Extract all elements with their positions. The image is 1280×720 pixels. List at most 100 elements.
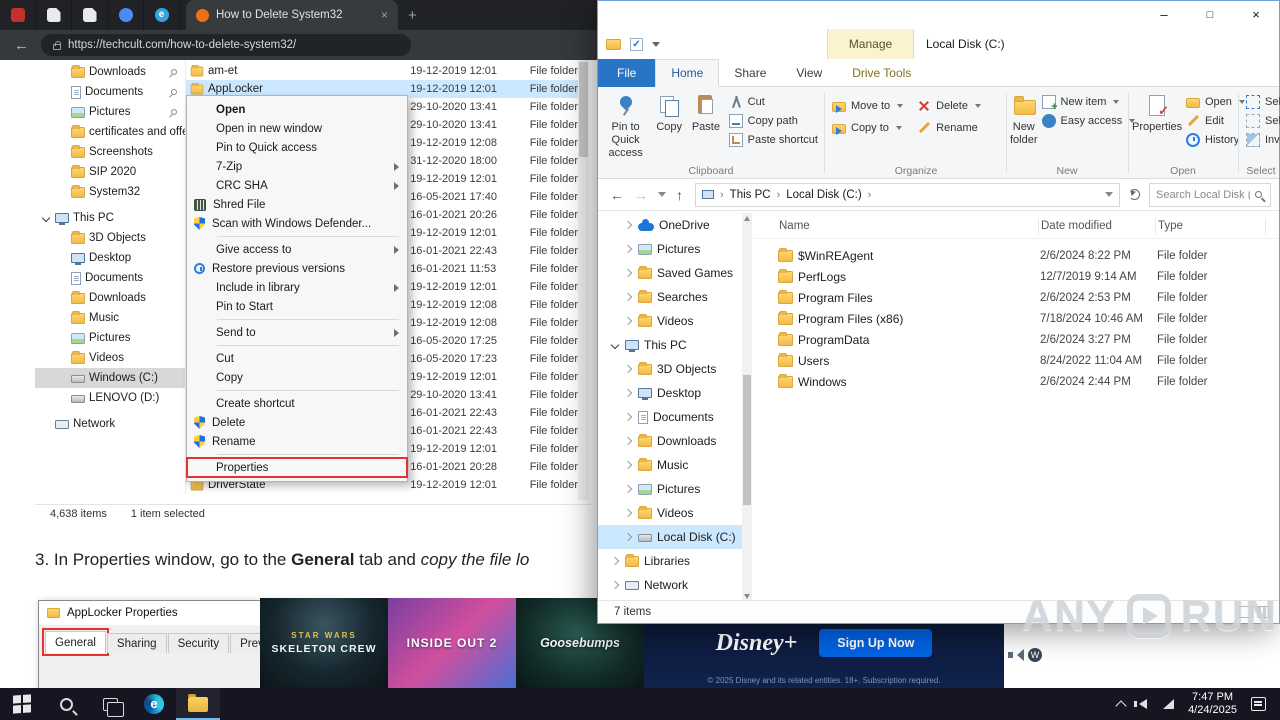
context-menu-item[interactable]: Create shortcut bbox=[187, 394, 407, 413]
context-menu-item[interactable]: Include in library bbox=[187, 278, 407, 297]
ribbon-tab[interactable]: Drive Tools bbox=[837, 59, 926, 87]
chevron-icon[interactable] bbox=[623, 268, 633, 278]
network-icon[interactable] bbox=[1163, 699, 1175, 709]
properties-button[interactable]: Properties bbox=[1132, 87, 1182, 134]
tree-item[interactable]: certificates and offe bbox=[35, 122, 185, 142]
pinned-tab[interactable] bbox=[72, 0, 108, 30]
context-menu-item[interactable] bbox=[187, 342, 407, 349]
tree-item[interactable]: This PC bbox=[35, 208, 185, 228]
contextual-tab-header[interactable]: Manage bbox=[827, 29, 914, 59]
taskbar-search-button[interactable] bbox=[44, 688, 88, 720]
chevron-icon[interactable] bbox=[623, 412, 633, 422]
context-menu-item[interactable]: 7-Zip bbox=[187, 157, 407, 176]
sign-up-button[interactable]: Sign Up Now bbox=[819, 629, 933, 657]
back-button[interactable]: ← bbox=[14, 37, 29, 54]
select-all-button[interactable]: Select all bbox=[1242, 93, 1280, 111]
pinned-tab[interactable] bbox=[0, 0, 36, 30]
chevron-icon[interactable] bbox=[610, 556, 620, 566]
chevron-icon[interactable] bbox=[57, 253, 67, 263]
context-menu-item[interactable]: Properties bbox=[186, 457, 408, 478]
close-button[interactable]: × bbox=[1233, 1, 1279, 29]
tree-item[interactable]: Network bbox=[35, 414, 185, 434]
column-header-date[interactable]: Date modified bbox=[1039, 217, 1156, 234]
file-row[interactable]: Users 8/24/2022 11:04 AM File folder bbox=[754, 350, 1278, 371]
context-menu-item[interactable]: Delete bbox=[187, 413, 407, 432]
tree-item[interactable]: 3D Objects bbox=[35, 228, 185, 248]
tree-item[interactable]: Music bbox=[35, 308, 185, 328]
ad-poster-star-wars[interactable]: STAR WARS SKELETON CREW bbox=[260, 598, 388, 688]
chevron-icon[interactable] bbox=[57, 273, 67, 283]
context-menu-item[interactable]: Open in new window bbox=[187, 119, 407, 138]
url-field[interactable]: https://techcult.com/how-to-delete-syste… bbox=[41, 34, 411, 56]
column-header-name[interactable]: Name bbox=[754, 217, 1039, 234]
taskbar-clock[interactable]: 7:47 PM 4/24/2025 bbox=[1188, 691, 1237, 717]
nav-item[interactable]: Videos bbox=[598, 501, 742, 525]
context-menu-item[interactable]: Cut bbox=[187, 349, 407, 368]
file-row[interactable]: $WinREAgent 2/6/2024 8:22 PM File folder bbox=[754, 245, 1278, 266]
ribbon-tab[interactable]: View bbox=[781, 59, 837, 87]
pinned-tab[interactable] bbox=[108, 0, 144, 30]
nav-item[interactable]: Local Disk (C:) bbox=[598, 525, 742, 549]
nav-item[interactable]: Desktop bbox=[598, 381, 742, 405]
search-box[interactable]: Search Local Disk (C:) bbox=[1149, 182, 1271, 207]
chevron-icon[interactable] bbox=[57, 187, 67, 197]
context-menu-item[interactable] bbox=[187, 316, 407, 323]
tree-item[interactable]: Screenshots bbox=[35, 142, 185, 162]
chevron-icon[interactable] bbox=[623, 532, 633, 542]
scrollbar[interactable] bbox=[578, 60, 589, 500]
chevron-icon[interactable] bbox=[610, 340, 620, 350]
mute-icon[interactable] bbox=[1008, 649, 1024, 661]
file-row[interactable]: Program Files 2/6/2024 2:53 PM File fold… bbox=[754, 287, 1278, 308]
pin-to-quick-access-button[interactable]: Pin to Quick access bbox=[600, 87, 651, 160]
context-menu-item[interactable]: CRC SHA bbox=[187, 176, 407, 195]
pinned-tab[interactable]: e bbox=[144, 0, 180, 30]
recent-locations-icon[interactable] bbox=[658, 192, 666, 197]
forward-button[interactable]: → bbox=[634, 187, 648, 203]
chevron-icon[interactable] bbox=[57, 107, 67, 117]
chevron-icon[interactable] bbox=[41, 213, 51, 223]
file-row[interactable]: Windows 2/6/2024 2:44 PM File folder bbox=[754, 371, 1278, 392]
nav-scrollbar[interactable] bbox=[742, 213, 752, 602]
scrollbar-thumb[interactable] bbox=[743, 375, 751, 505]
chevron-icon[interactable] bbox=[57, 293, 67, 303]
dialog-tab[interactable]: Security bbox=[167, 633, 230, 653]
up-button[interactable]: ↑ bbox=[676, 187, 683, 203]
new-tab-button[interactable]: + bbox=[408, 7, 417, 24]
chevron-icon[interactable] bbox=[623, 388, 633, 398]
file-row[interactable]: am-et 19-12-2019 12:01 File folder bbox=[186, 62, 578, 80]
tree-item[interactable]: SIP 2020 bbox=[35, 162, 185, 182]
chevron-icon[interactable] bbox=[41, 419, 51, 429]
maximize-button[interactable]: □ bbox=[1187, 1, 1233, 29]
address-dropdown-icon[interactable] bbox=[1105, 192, 1113, 197]
paste-shortcut-button[interactable]: Paste shortcut bbox=[725, 131, 822, 149]
minimize-button[interactable]: – bbox=[1141, 1, 1187, 29]
tree-item[interactable]: Documents bbox=[35, 82, 185, 102]
context-menu-item[interactable]: Open bbox=[187, 100, 407, 119]
nav-item[interactable]: Videos bbox=[598, 309, 742, 333]
context-menu-item[interactable]: Copy bbox=[187, 368, 407, 387]
tree-item[interactable]: Downloads bbox=[35, 62, 185, 82]
invert-selection-button[interactable]: Invert selection bbox=[1242, 131, 1280, 149]
chevron-icon[interactable] bbox=[623, 508, 633, 518]
context-menu-item[interactable]: Send to bbox=[187, 323, 407, 342]
rename-button[interactable]: Rename bbox=[913, 119, 985, 137]
chevron-icon[interactable] bbox=[623, 484, 633, 494]
chevron-icon[interactable] bbox=[623, 460, 633, 470]
nav-item[interactable]: Documents bbox=[598, 405, 742, 429]
nav-item[interactable]: Downloads bbox=[598, 429, 742, 453]
ribbon-tab[interactable]: File bbox=[598, 59, 656, 87]
tree-item[interactable]: Desktop bbox=[35, 248, 185, 268]
nav-item[interactable]: Libraries bbox=[598, 549, 742, 573]
chevron-icon[interactable] bbox=[623, 364, 633, 374]
chevron-icon[interactable] bbox=[623, 436, 633, 446]
chevron-icon[interactable] bbox=[623, 316, 633, 326]
ad-info-icon[interactable]: W bbox=[1028, 648, 1042, 662]
context-menu-item[interactable]: Rename bbox=[187, 432, 407, 451]
chevron-icon[interactable] bbox=[623, 292, 633, 302]
chevron-icon[interactable] bbox=[57, 313, 67, 323]
paste-button[interactable]: Paste bbox=[687, 87, 725, 134]
move-to-button[interactable]: Move to bbox=[828, 97, 907, 115]
copy-to-button[interactable]: Copy to bbox=[828, 119, 907, 137]
nav-item[interactable]: Saved Games bbox=[598, 261, 742, 285]
chevron-icon[interactable] bbox=[57, 333, 67, 343]
